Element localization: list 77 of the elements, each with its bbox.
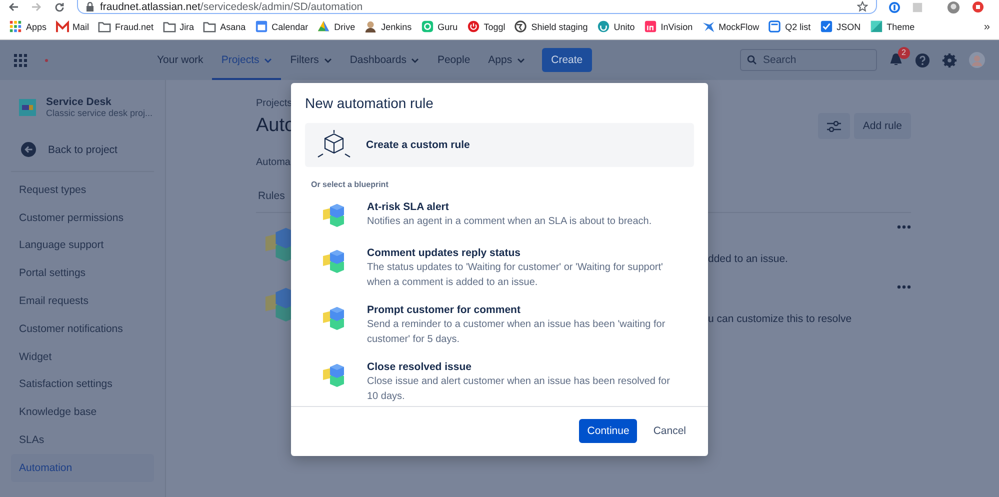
bookmark-link[interactable]: Q2 list [785,22,811,32]
section-heading: Or select a blueprint [310,179,390,191]
search-placeholder: Search [763,54,796,66]
bookmark-link[interactable]: Mail [72,22,90,32]
power-icon [466,20,480,33]
search-icon [747,55,757,65]
project-name: Service Desk [46,96,112,108]
back-arrow-icon[interactable] [8,2,19,12]
dialog-title: New automation rule [304,94,434,111]
project-type: Classic service desk proj... [46,108,153,118]
more-bookmarks-button[interactable]: » [984,20,990,32]
bookmark-link[interactable]: MockFlow [718,22,760,32]
dot-icon [45,58,48,62]
app-switcher-icon[interactable] [14,54,27,66]
back-to-project-link[interactable]: Back to project [48,144,118,156]
blueprint-title[interactable]: Prompt customer for comment [367,303,683,317]
star-icon[interactable] [857,1,868,12]
globe-icon [514,20,528,33]
extension-icon[interactable] [889,2,900,12]
blueprint-title[interactable]: At-risk SLA alert [367,200,652,214]
bookmark-link[interactable]: Jira [180,22,194,32]
bookmark-link[interactable]: InVision [660,22,693,32]
notification-count: 2 [898,47,910,59]
bookmark-link[interactable]: Theme [886,22,915,32]
rule-description: dded to an issue. [708,253,789,267]
more-icon[interactable] [897,225,911,229]
blueprint-description: Send a reminder to a customer when an issue has been 'waiting for customer' for 5 days. [367,318,666,347]
reload-icon[interactable] [54,2,65,12]
continue-button[interactable]: Continue [579,419,638,443]
filter-settings-button[interactable] [818,113,850,139]
blueprint-description: The status updates to 'Waiting for customer' or 'Waiting for support' when a comment is added to an issue. [367,261,664,290]
logo-icon [420,20,434,33]
bookmark-link[interactable]: Shield staging [531,22,588,32]
page-description: Automa [256,157,292,168]
help-icon[interactable] [915,52,930,68]
blueprint-title[interactable]: Close resolved issue [367,360,683,374]
custom-rule-option[interactable]: Create a custom rule [305,123,694,167]
logo-icon [596,20,610,33]
notifications-icon[interactable] [889,53,903,67]
rule-description: u can customize this to resolve [708,313,853,327]
checkbox-icon [820,20,833,33]
grid-icon [9,20,22,33]
calendar-icon [768,20,782,33]
blueprint-title[interactable]: Comment updates reply status [367,246,683,260]
project-avatar-icon [19,98,36,116]
settings-icon[interactable] [942,52,957,68]
folder-icon [98,20,112,33]
bookmark-link[interactable]: Toggl [484,22,506,32]
bookmark-link[interactable]: Calendar [272,22,308,32]
mail-icon [56,20,69,33]
bird-icon [702,20,715,33]
cube-outline-icon [317,130,351,160]
sliders-icon [826,120,841,132]
bookmark-link[interactable]: Guru [438,22,458,32]
square-icon [870,20,883,33]
triangle-icon [317,20,330,33]
bookmark-link[interactable]: Fraud.net [115,22,154,32]
more-icon[interactable] [897,285,911,289]
folder-icon [162,20,176,33]
lock-icon [86,2,94,12]
bookmark-link[interactable]: Apps [26,22,47,32]
logo-icon [644,20,657,33]
calendar-icon [254,20,268,33]
profile-avatar-icon[interactable] [947,0,960,14]
url-text: fraudnet.atlassian.net/servicedesk/admin/SD/automation [100,0,363,12]
cancel-button[interactable]: Cancel [645,419,694,443]
avatar-icon [364,20,378,33]
bookmark-link[interactable]: Asana [220,22,246,32]
extension-icon[interactable] [972,1,984,13]
blueprint-description: Close issue and alert customer when an issue has been resolved for 10 days. [367,375,671,404]
bookmark-link[interactable]: Jenkins [381,22,412,32]
create-button[interactable]: Create [542,48,592,72]
bookmark-link[interactable]: Unito [614,22,635,32]
bookmark-link[interactable]: Drive [334,22,356,32]
folder-icon [203,20,216,33]
blueprint-description: Notifies an agent in a comment when an SLA is about to breach. [367,215,652,229]
bookmark-link[interactable]: JSON [836,22,861,32]
